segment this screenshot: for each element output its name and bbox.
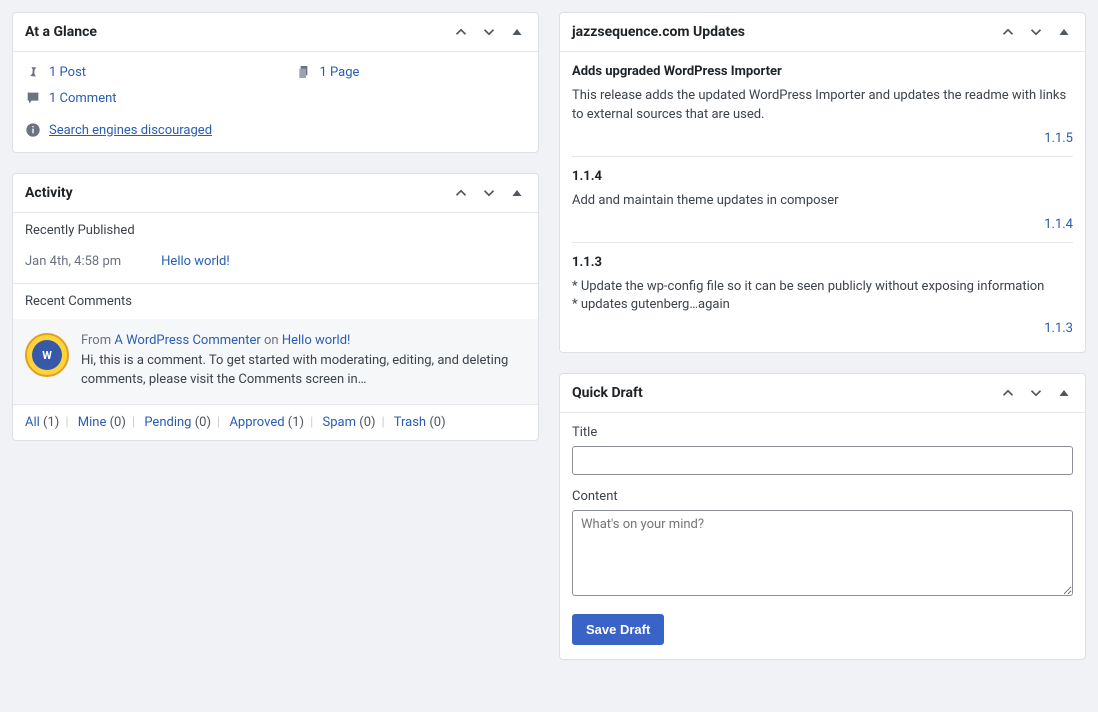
activity-post-link[interactable]: Hello world! <box>161 254 230 269</box>
seo-warning: Search engines discouraged <box>25 122 526 138</box>
comment-body: Hi, this is a comment. To get started wi… <box>81 352 526 390</box>
panel-quick-draft: Quick Draft Title Content Save Draft <box>559 373 1086 660</box>
avatar: W <box>25 333 69 377</box>
panel-at-a-glance: At a Glance 1 Post <box>12 12 539 153</box>
activity-date: Jan 4th, 4:58 pm <box>25 254 121 269</box>
seo-link[interactable]: Search engines discouraged <box>49 123 212 138</box>
save-draft-button[interactable]: Save Draft <box>572 614 664 645</box>
update-item: 1.1.4 Add and maintain theme updates in … <box>572 157 1073 243</box>
triangle-up-icon[interactable] <box>1055 23 1073 41</box>
comments-link[interactable]: 1 Comment <box>49 91 117 106</box>
chevron-up-icon[interactable] <box>999 23 1017 41</box>
filter-pending[interactable]: Pending <box>144 415 191 430</box>
update-version-link[interactable]: 1.1.5 <box>1044 131 1073 146</box>
recently-published-heading: Recently Published <box>13 213 538 248</box>
triangle-up-icon[interactable] <box>508 23 526 41</box>
updates-title: jazzsequence.com Updates <box>572 24 745 40</box>
quick-draft-title: Quick Draft <box>572 385 643 401</box>
filter-pending-count: (0) <box>195 415 211 430</box>
filter-mine-count: (0) <box>110 415 126 430</box>
comment-author-link[interactable]: A WordPress Commenter <box>114 333 260 348</box>
info-icon <box>25 122 41 138</box>
panel-controls <box>452 23 526 41</box>
panel-controls <box>999 23 1073 41</box>
filter-trash[interactable]: Trash <box>394 415 426 430</box>
activity-row: Jan 4th, 4:58 pm Hello world! <box>25 254 526 269</box>
filter-spam-count: (0) <box>359 415 375 430</box>
filter-approved-count: (1) <box>288 415 304 430</box>
update-version-link[interactable]: 1.1.4 <box>1044 217 1073 232</box>
glance-posts: 1 Post <box>25 64 256 80</box>
update-body: * Update the wp-config file so it can be… <box>572 278 1073 316</box>
panel-controls <box>999 384 1073 402</box>
update-heading: 1.1.3 <box>572 255 1073 270</box>
update-heading: 1.1.4 <box>572 169 1073 184</box>
pages-icon <box>296 64 312 80</box>
comment-icon <box>25 90 41 106</box>
on-label: on <box>264 333 279 348</box>
posts-link[interactable]: 1 Post <box>49 65 86 80</box>
chevron-down-icon[interactable] <box>1027 384 1045 402</box>
comment-filters: All (1)| Mine (0)| Pending (0)| Approved… <box>13 405 538 440</box>
at-a-glance-title: At a Glance <box>25 24 97 40</box>
chevron-up-icon[interactable] <box>452 23 470 41</box>
comment-item: W From A WordPress Commenter on Hello wo… <box>13 319 538 404</box>
update-version-link[interactable]: 1.1.3 <box>1044 321 1073 336</box>
glance-comments: 1 Comment <box>25 90 256 106</box>
pin-icon <box>25 64 41 80</box>
update-heading: Adds upgraded WordPress Importer <box>572 64 1073 79</box>
comment-meta: From A WordPress Commenter on Hello worl… <box>81 333 526 348</box>
triangle-up-icon[interactable] <box>1055 384 1073 402</box>
filter-spam[interactable]: Spam <box>323 415 357 430</box>
filter-mine[interactable]: Mine <box>78 415 107 430</box>
panel-activity: Activity Recently Published Jan 4th, 4:5… <box>12 173 539 441</box>
panel-updates: jazzsequence.com Updates Adds upgraded W… <box>559 12 1086 353</box>
chevron-down-icon[interactable] <box>480 184 498 202</box>
update-body: Add and maintain theme updates in compos… <box>572 192 1073 211</box>
update-body: This release adds the updated WordPress … <box>572 87 1073 125</box>
draft-content-textarea[interactable] <box>572 510 1073 596</box>
chevron-down-icon[interactable] <box>480 23 498 41</box>
filter-all[interactable]: All <box>25 415 40 430</box>
filter-all-count: (1) <box>43 415 59 430</box>
update-item: 1.1.3 * Update the wp-config file so it … <box>572 243 1073 347</box>
draft-title-label: Title <box>572 425 1073 440</box>
filter-approved[interactable]: Approved <box>229 415 284 430</box>
activity-title: Activity <box>25 185 73 201</box>
comment-post-link[interactable]: Hello world! <box>282 333 351 348</box>
pages-link[interactable]: 1 Page <box>320 65 360 80</box>
draft-title-input[interactable] <box>572 446 1073 475</box>
glance-pages: 1 Page <box>296 64 527 80</box>
from-label: From <box>81 333 111 348</box>
draft-content-label: Content <box>572 489 1073 504</box>
update-item: Adds upgraded WordPress Importer This re… <box>572 52 1073 157</box>
recent-comments-heading: Recent Comments <box>13 284 538 319</box>
chevron-down-icon[interactable] <box>1027 23 1045 41</box>
avatar-letter: W <box>32 340 62 370</box>
chevron-up-icon[interactable] <box>999 384 1017 402</box>
triangle-up-icon[interactable] <box>508 184 526 202</box>
panel-controls <box>452 184 526 202</box>
filter-trash-count: (0) <box>429 415 445 430</box>
chevron-up-icon[interactable] <box>452 184 470 202</box>
